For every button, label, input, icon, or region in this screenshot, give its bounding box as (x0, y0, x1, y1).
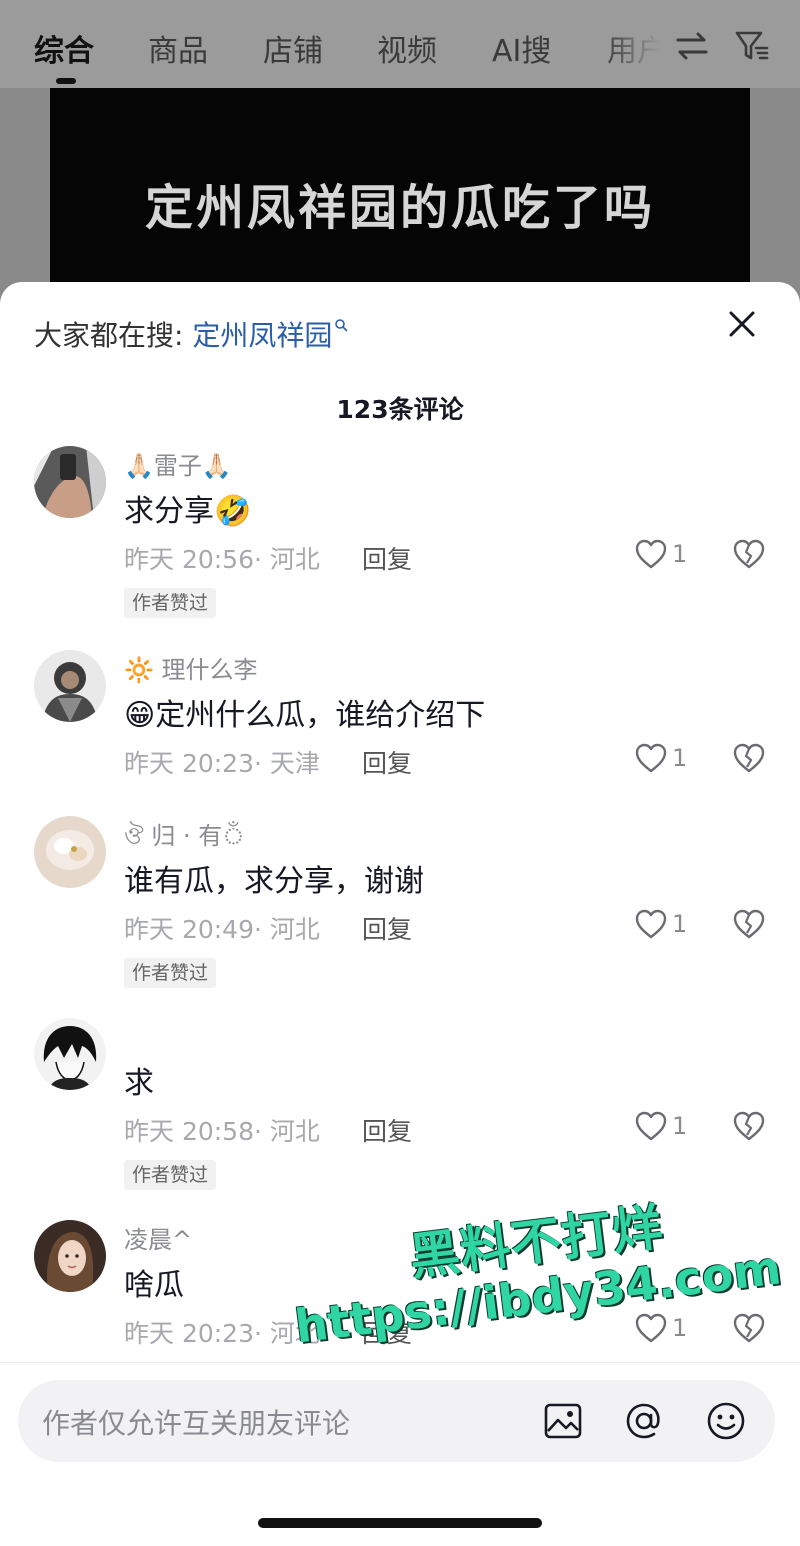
video-caption: 定州凤祥园的瓜吃了吗 (144, 180, 655, 236)
comment-text: 求 (124, 1066, 154, 1101)
comment-location: 河北 (269, 1117, 320, 1146)
tab-all[interactable]: 综合 (34, 26, 94, 70)
comment-meta: 昨天 20:58· 河北 (124, 1117, 320, 1146)
broken-heart-icon[interactable] (732, 538, 766, 570)
broken-heart-icon[interactable] (732, 1312, 766, 1344)
search-icon (335, 319, 348, 332)
comment-location: 河北 (269, 545, 320, 574)
trending-search[interactable]: 大家都在搜: 定州凤祥园 (34, 314, 348, 354)
video-frame[interactable]: 定州凤祥园的瓜吃了吗 (50, 88, 750, 308)
emoji-icon[interactable] (705, 1400, 747, 1442)
like-count: 1 (672, 910, 688, 938)
author-liked-badge: 作者赞过 (124, 1160, 217, 1190)
active-tab-indicator (56, 78, 76, 84)
avatar[interactable] (34, 446, 106, 518)
close-icon[interactable] (724, 306, 760, 342)
heart-icon[interactable] (634, 742, 668, 774)
reply-button[interactable]: 回复 (362, 910, 412, 946)
comment-input-placeholder: 作者仅允许互关朋友评论 (42, 1407, 351, 1440)
tab-ai-search[interactable]: AI搜 (492, 26, 551, 70)
comment-text: 😁定州什么瓜，谁给介绍下 (124, 698, 486, 733)
reply-button[interactable]: 回复 (362, 744, 412, 780)
comment-nickname[interactable]: 🔆 理什么李 (124, 650, 258, 685)
comment-text: 啥瓜 (124, 1268, 184, 1303)
tab-shops[interactable]: 店铺 (263, 26, 323, 70)
video-preview: 定州凤祥园的瓜吃了吗 (0, 88, 800, 308)
avatar[interactable] (34, 650, 106, 722)
avatar[interactable] (34, 1018, 106, 1090)
mention-icon[interactable] (623, 1400, 665, 1442)
search-tabs: 综合 商品 店铺 视频 AI搜 用户 (0, 0, 800, 88)
comment-time: 昨天 20:49 (124, 915, 254, 944)
author-liked-badge: 作者赞过 (124, 958, 217, 988)
comment-location: 河北 (269, 915, 320, 944)
trending-search-prefix: 大家都在搜: (34, 319, 193, 352)
comment-location: 天津 (269, 749, 320, 778)
like-count: 1 (672, 1314, 688, 1342)
avatar[interactable] (34, 1220, 106, 1292)
like-count: 1 (672, 540, 688, 568)
comment-meta: 昨天 20:23· 河北 (124, 1319, 320, 1348)
avatar[interactable] (34, 816, 106, 888)
reply-button[interactable]: 回复 (362, 1112, 412, 1148)
broken-heart-icon[interactable] (732, 742, 766, 774)
tab-videos[interactable]: 视频 (377, 26, 437, 70)
comment-sheet: 大家都在搜: 定州凤祥园 123条评论 🙏🏻雷子🙏🏻 求分享🤣 昨天 20:56… (0, 282, 800, 1546)
comment-item[interactable]: 求 昨天 20:58· 河北 回复 1 作者赞过 (0, 1018, 800, 1208)
like-count: 1 (672, 744, 688, 772)
comment-time: 昨天 20:56 (124, 545, 254, 574)
comment-time: 昨天 20:58 (124, 1117, 254, 1146)
comment-meta: 昨天 20:56· 河北 (124, 545, 320, 574)
heart-icon[interactable] (634, 1110, 668, 1142)
comment-item[interactable]: 🙏🏻雷子🙏🏻 求分享🤣 昨天 20:56· 河北 回复 1 作者赞过 (0, 446, 800, 636)
comment-time: 昨天 20:23 (124, 749, 254, 778)
reply-button[interactable]: 回复 (362, 540, 412, 576)
divider (0, 1362, 800, 1363)
heart-icon[interactable] (634, 908, 668, 940)
comment-text: 求分享🤣 (124, 494, 252, 529)
image-icon[interactable] (542, 1400, 584, 1442)
comment-nickname[interactable]: 🙏🏻雷子🙏🏻 (124, 446, 232, 481)
comment-item[interactable]: ঔ 归 · 有ঁ 谁有瓜，求分享，谢谢 昨天 20:49· 河北 回复 1 作者… (0, 816, 800, 1006)
comment-meta: 昨天 20:49· 河北 (124, 915, 320, 944)
comment-meta: 昨天 20:23· 天津 (124, 749, 320, 778)
comment-nickname[interactable]: 凌晨^ (124, 1220, 192, 1255)
comment-text: 谁有瓜，求分享，谢谢 (124, 864, 424, 899)
heart-icon[interactable] (634, 1312, 668, 1344)
author-liked-badge: 作者赞过 (124, 588, 217, 618)
home-indicator[interactable] (258, 1518, 542, 1528)
filter-icon[interactable] (734, 28, 770, 64)
comment-input[interactable]: 作者仅允许互关朋友评论 (18, 1380, 775, 1462)
comment-item[interactable]: 🔆 理什么李 😁定州什么瓜，谁给介绍下 昨天 20:23· 天津 回复 1 (0, 650, 800, 840)
broken-heart-icon[interactable] (732, 908, 766, 940)
heart-icon[interactable] (634, 538, 668, 570)
tab-fade (600, 0, 680, 88)
comment-count: 123条评论 (336, 395, 464, 424)
swap-icon[interactable] (674, 28, 710, 64)
trending-search-term[interactable]: 定州凤祥园 (192, 319, 332, 352)
comment-nickname[interactable]: ঔ 归 · 有ঁ (124, 816, 245, 858)
comment-time: 昨天 20:23 (124, 1319, 254, 1348)
tab-products[interactable]: 商品 (148, 26, 208, 70)
broken-heart-icon[interactable] (732, 1110, 766, 1142)
like-count: 1 (672, 1112, 688, 1140)
